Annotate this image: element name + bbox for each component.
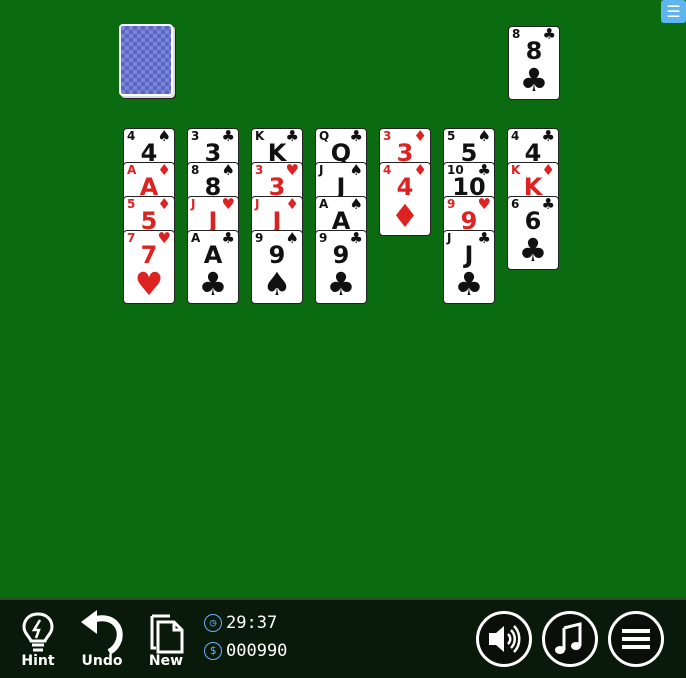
card-suit-center: ♣ — [518, 231, 548, 269]
score-value: 000990 — [226, 641, 288, 661]
hint-label: Hint — [21, 653, 55, 669]
playing-card[interactable]: 4 ♦ 4 ♦ — [379, 162, 431, 236]
music-note-icon — [555, 622, 582, 654]
stock-pile[interactable] — [119, 24, 173, 96]
card-suit-center: ♣ — [326, 265, 356, 303]
new-label: New — [148, 653, 184, 669]
card-suit-center: ♣ — [519, 61, 549, 99]
timer-display: ◷ 29:37 — [204, 613, 277, 633]
corner-menu-button[interactable]: ☰ — [661, 0, 686, 23]
music-button[interactable] — [542, 611, 598, 667]
card-suit-center: ♣ — [198, 265, 228, 303]
undo-arrow-icon — [81, 610, 123, 654]
playing-card[interactable]: J ♣ J ♣ — [443, 230, 495, 304]
undo-button[interactable]: Undo — [78, 610, 126, 669]
card-suit-center: ♥ — [134, 265, 164, 303]
speaker-icon — [489, 625, 521, 653]
hint-button[interactable]: Hint — [14, 610, 62, 669]
hamburger-menu-icon: ☰ — [666, 2, 681, 21]
main-menu-button[interactable] — [608, 611, 664, 667]
game-table: 8♣8♣4♠4♠A♦A♦5♦5♦7♥7♥3♣3♣8♠8♠J♥J♥A♣A♣K♣K♣… — [0, 0, 686, 598]
card-suit-center: ♦ — [390, 197, 420, 235]
playing-card[interactable]: 9 ♠ 9 ♠ — [251, 230, 303, 304]
playing-card[interactable]: A ♣ A ♣ — [187, 230, 239, 304]
timer-value: 29:37 — [226, 613, 278, 633]
score-display: $000990 — [204, 641, 287, 661]
card-suit-center: ♣ — [454, 265, 484, 303]
clock-icon: ◷ — [204, 614, 222, 632]
dollar-icon: $ — [204, 642, 222, 660]
undo-label: Undo — [81, 653, 123, 669]
hamburger-menu-icon — [622, 629, 650, 649]
playing-card[interactable]: 7 ♥ 7 ♥ — [123, 230, 175, 304]
sound-button[interactable] — [476, 611, 532, 667]
bottom-toolbar: Hint Undo New ◷ 29:37 $000990 — [0, 598, 686, 678]
new-game-button[interactable]: New — [142, 610, 190, 669]
playing-card[interactable]: 6 ♣ 6 ♣ — [507, 196, 559, 270]
playing-card[interactable]: 9 ♣ 9 ♣ — [315, 230, 367, 304]
playing-card[interactable]: 8 ♣ 8 ♣ — [508, 26, 560, 100]
card-suit-center: ♠ — [262, 265, 292, 303]
new-document-icon — [150, 614, 184, 654]
lightbulb-icon — [22, 612, 54, 652]
